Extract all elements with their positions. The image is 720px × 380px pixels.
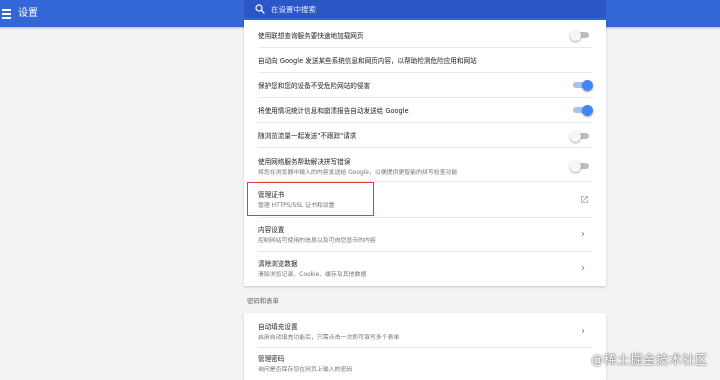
toggle-switch-safe-browsing[interactable]	[573, 79, 593, 91]
open-in-new-icon[interactable]	[580, 195, 589, 204]
setting-row-title: 随浏览流量一起发送"不跟踪"请求	[258, 132, 357, 140]
search-icon	[255, 4, 265, 14]
setting-row-title: 自动向 Google 发送某些系统信息和网页内容，以帮助检测危险应用和网站	[258, 57, 477, 65]
row-divider	[258, 47, 592, 48]
clear-browsing-data-subtitle: 清除浏览记录、Cookie、缓存及其他数据	[258, 272, 367, 278]
row-divider	[258, 347, 592, 348]
hamburger-menu-icon[interactable]	[2, 6, 12, 21]
search-input[interactable]	[271, 2, 591, 16]
setting-row-title: 保护您和您的设备不受危险网站的侵害	[258, 82, 371, 90]
section-heading-passwords: 密码和表单	[247, 297, 279, 305]
row-divider	[258, 72, 592, 73]
chevron-right-icon[interactable]	[579, 327, 587, 335]
toggle-switch-do-not-track[interactable]	[570, 130, 589, 142]
privacy-settings-card: 使用联想查询服务要快速地加载网页 自动向 Google 发送某些系统信息和网页内…	[244, 20, 606, 286]
content-settings-title: 内容设置	[258, 226, 285, 234]
row-divider	[258, 97, 592, 98]
toggle-switch-prediction-service[interactable]	[570, 29, 589, 41]
clear-browsing-data-title: 清除浏览数据	[258, 260, 298, 268]
row-divider	[258, 217, 592, 218]
setting-row-title: 使用网络服务帮助解决拼写错误	[258, 158, 351, 166]
autofill-title: 自动填充设置	[258, 323, 298, 331]
row-divider	[258, 147, 592, 148]
watermark-text: @稀土掘金技术社区	[590, 352, 708, 367]
manage-passwords-title: 管理密码	[258, 355, 285, 363]
setting-row-title: 使用联想查询服务要快速地加载网页	[258, 32, 364, 40]
search-bar[interactable]	[244, 0, 606, 18]
setting-row-title: 将使用情况统计信息和崩溃报告自动发送给 Google	[258, 107, 409, 115]
highlight-annotation-box	[247, 182, 374, 216]
manage-passwords-subtitle: 询问是否保存您在网页上输入的密码	[258, 367, 353, 373]
toggle-switch-usage-statistics[interactable]	[573, 104, 593, 116]
passwords-settings-card: 自动填充设置 启用自动填充功能后，只需点击一次即可填写多个表单 管理密码 询问是…	[244, 313, 606, 380]
content-settings-subtitle: 控制网站可使用的信息以及可向您显示的内容	[258, 238, 376, 244]
autofill-subtitle: 启用自动填充功能后，只需点击一次即可填写多个表单	[258, 335, 400, 341]
row-divider	[258, 251, 592, 252]
row-divider	[258, 122, 592, 123]
toggle-switch-spelling-service[interactable]	[570, 160, 589, 172]
page-title: 设置	[18, 8, 38, 19]
chevron-right-icon[interactable]	[579, 230, 587, 238]
chevron-right-icon[interactable]	[579, 264, 587, 272]
setting-row-subtitle: 将您在浏览器中输入的内容发送给 Google，以便提供更智能的拼写检查功能	[258, 170, 458, 176]
